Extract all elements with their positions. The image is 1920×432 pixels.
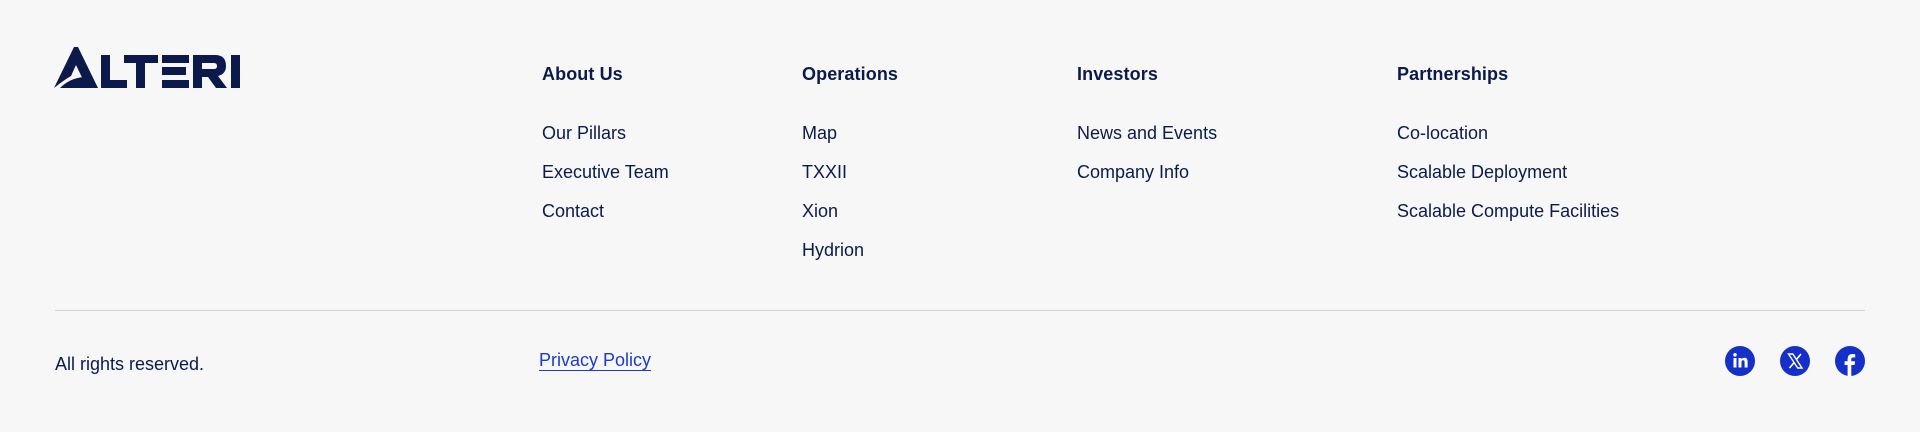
- link-scalable-compute-facilities[interactable]: Scalable Compute Facilities: [1397, 199, 1619, 223]
- link-hydrion[interactable]: Hydrion: [802, 238, 864, 262]
- alteri-logo-mark: [54, 47, 240, 88]
- facebook-link[interactable]: [1835, 346, 1865, 376]
- link-txxii[interactable]: TXXII: [802, 160, 847, 184]
- column-heading-operations: Operations: [802, 64, 899, 84]
- link-company-info[interactable]: Company Info: [1077, 160, 1189, 184]
- footer-column-partnerships: Partnerships Co-location Scalable Deploy…: [1397, 62, 1619, 238]
- copyright-text: All rights reserved.: [55, 354, 205, 374]
- column-heading-partnerships: Partnerships: [1397, 64, 1509, 84]
- footer-column-operations: Operations Map TXXII Xion Hydrion: [802, 62, 898, 277]
- link-xion[interactable]: Xion: [802, 199, 838, 223]
- column-heading-about: About Us: [542, 64, 623, 84]
- facebook-icon: [1844, 354, 1856, 376]
- x-link[interactable]: [1780, 346, 1810, 376]
- footer-divider: [55, 310, 1865, 311]
- site-footer: About Us Our Pillars Executive Team Cont…: [0, 0, 1920, 432]
- footer-column-about: About Us Our Pillars Executive Team Cont…: [542, 62, 669, 238]
- link-our-pillars[interactable]: Our Pillars: [542, 121, 626, 145]
- linkedin-icon: [1733, 353, 1748, 368]
- alteri-logo[interactable]: [54, 47, 244, 91]
- footer-column-investors: Investors News and Events Company Info: [1077, 62, 1217, 199]
- link-map[interactable]: Map: [802, 121, 837, 145]
- link-executive-team[interactable]: Executive Team: [542, 160, 669, 184]
- link-contact[interactable]: Contact: [542, 199, 604, 223]
- link-co-location[interactable]: Co-location: [1397, 121, 1488, 145]
- column-heading-investors: Investors: [1077, 64, 1158, 84]
- link-news-and-events[interactable]: News and Events: [1077, 121, 1217, 145]
- link-scalable-deployment[interactable]: Scalable Deployment: [1397, 160, 1567, 184]
- x-icon: [1787, 353, 1804, 369]
- privacy-policy-link[interactable]: Privacy Policy: [539, 348, 651, 372]
- linkedin-link[interactable]: [1725, 346, 1755, 376]
